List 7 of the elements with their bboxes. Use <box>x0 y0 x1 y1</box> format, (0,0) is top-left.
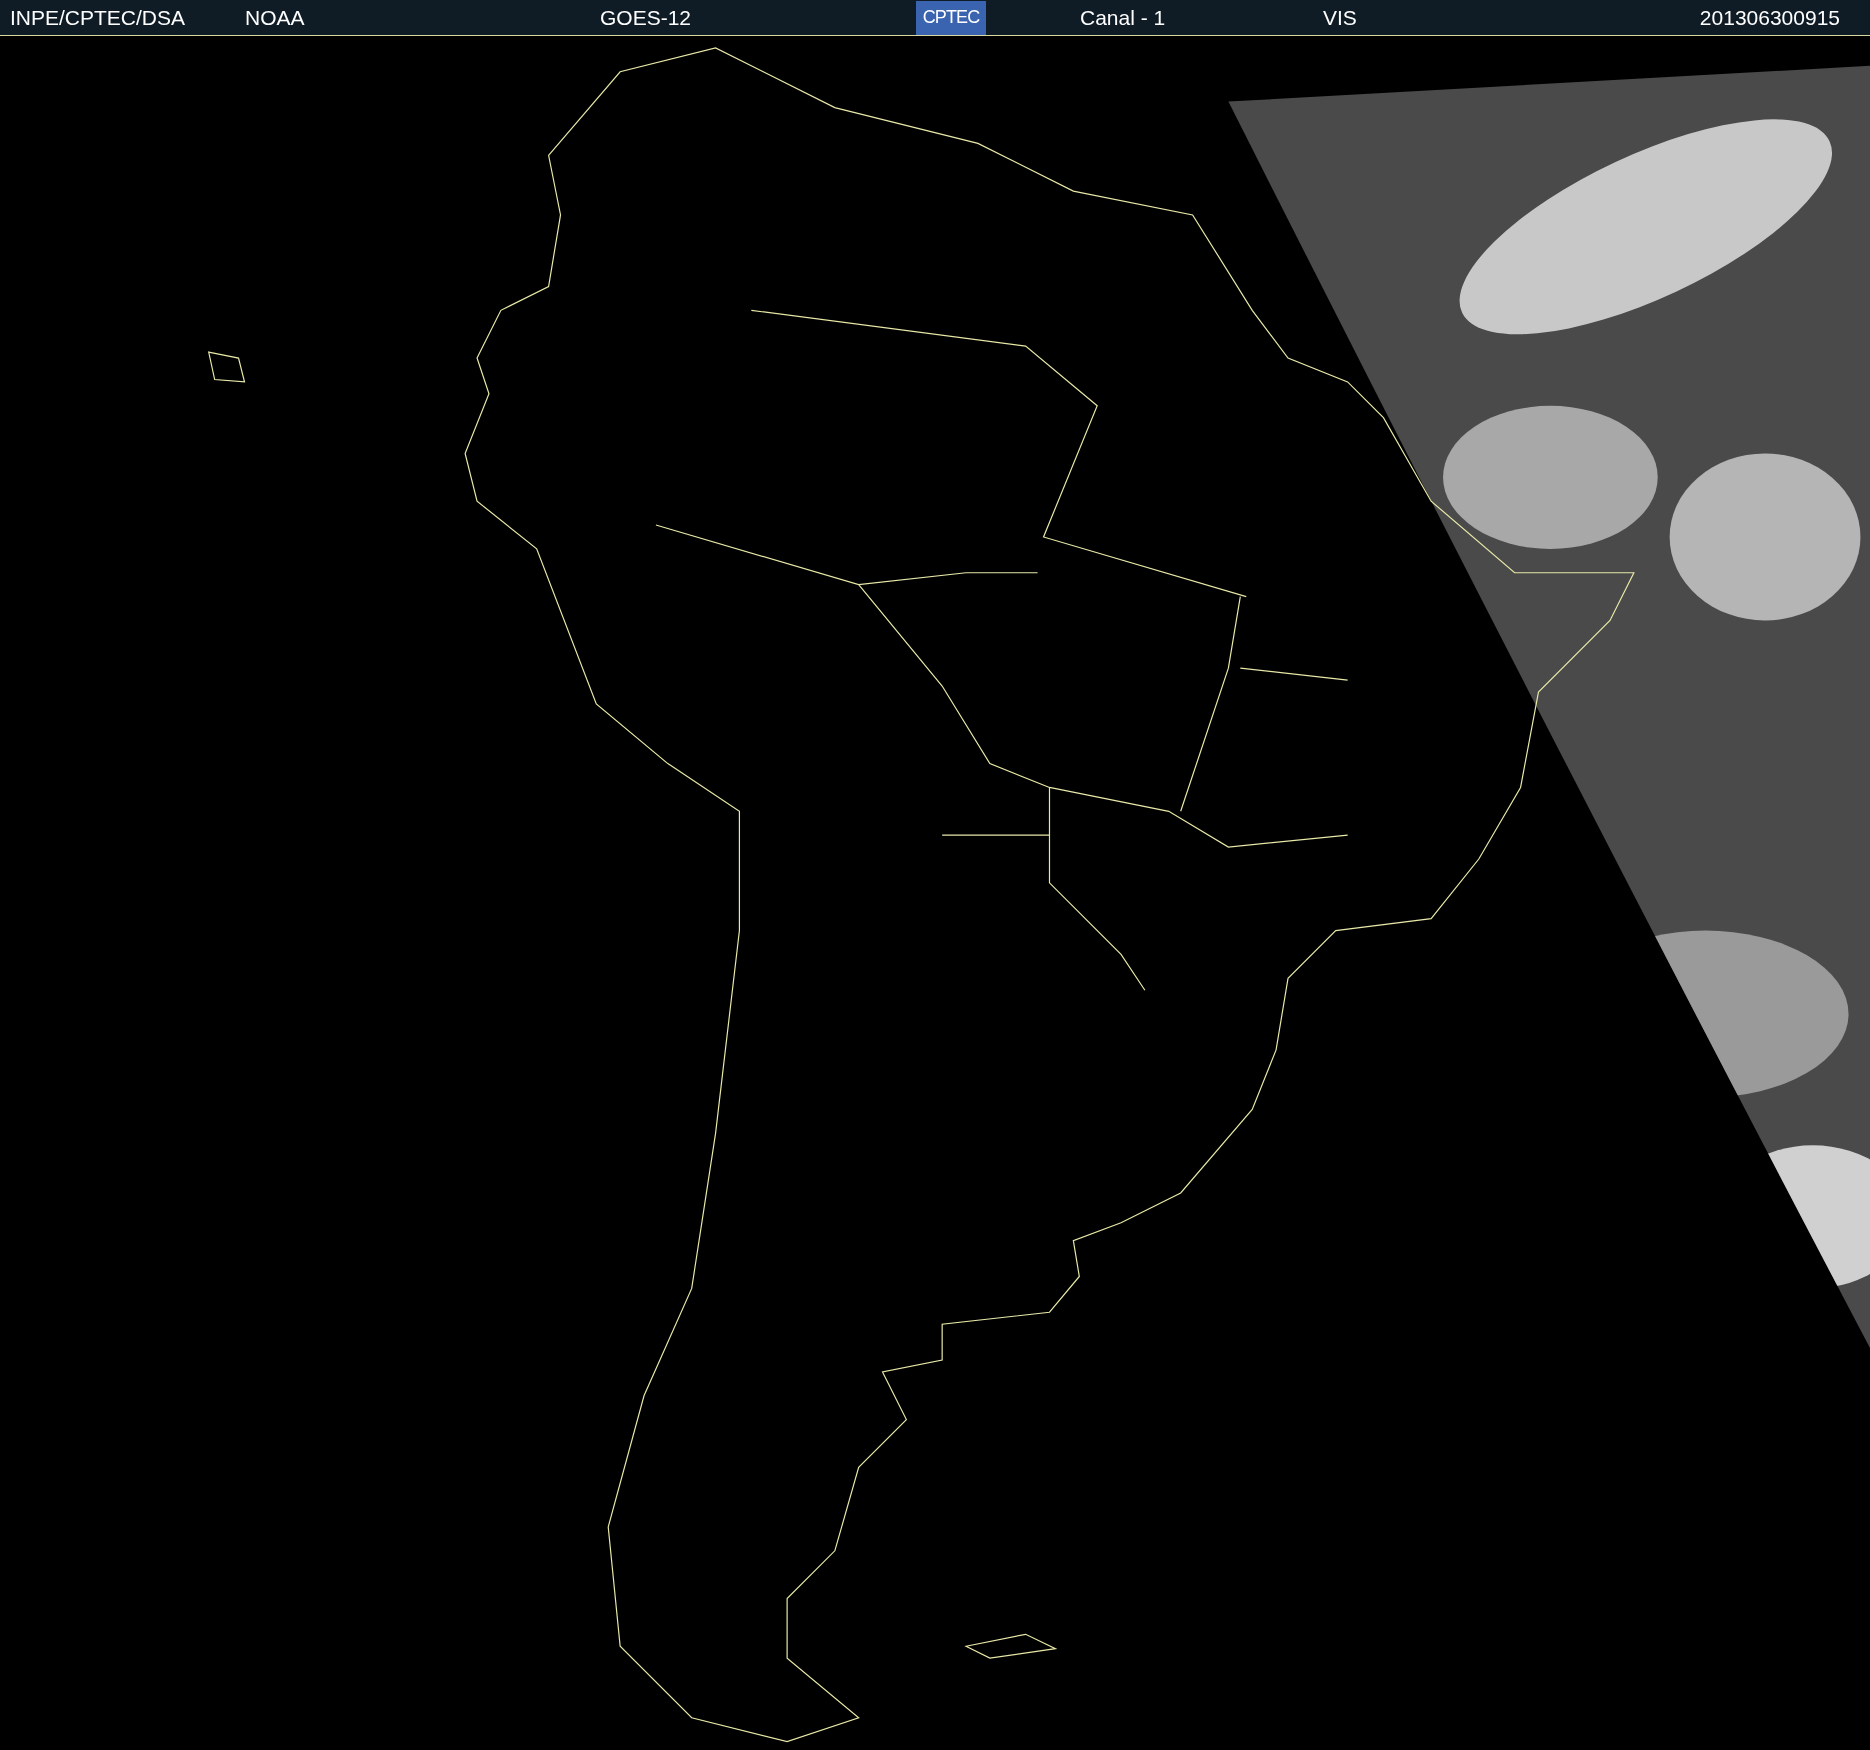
agency-label: NOAA <box>245 4 306 31</box>
band-label: VIS <box>1323 4 1358 31</box>
channel-label: Canal - 1 <box>1080 4 1167 31</box>
logo: CPTEC <box>916 0 986 35</box>
source-label: INPE/CPTEC/DSA <box>10 4 187 31</box>
timestamp-label: 201306300915 <box>1699 4 1840 31</box>
satellite-label: GOES-12 <box>600 4 693 31</box>
